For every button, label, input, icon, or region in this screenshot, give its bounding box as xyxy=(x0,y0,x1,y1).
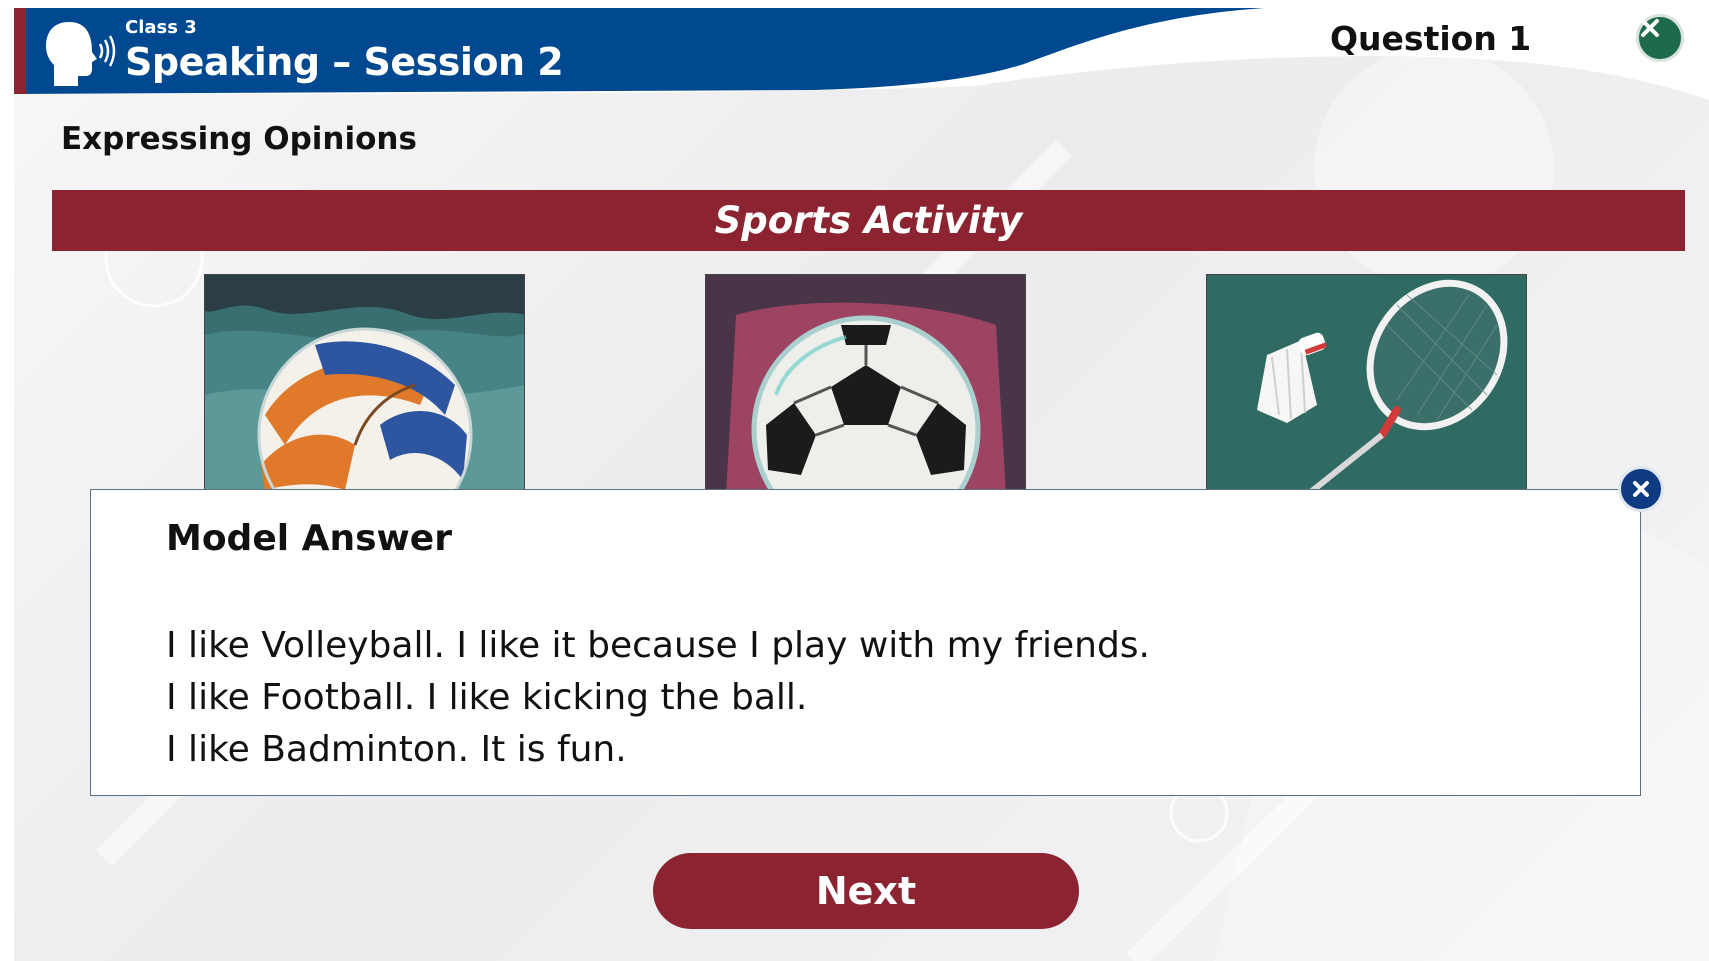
header-bar: Class 3 Speaking – Session 2 Question 1 xyxy=(14,8,1709,100)
answer-line: I like Volleyball. I like it because I p… xyxy=(166,625,1150,666)
close-icon xyxy=(1641,19,1659,37)
speaking-head-icon xyxy=(42,18,124,90)
activity-banner: Sports Activity xyxy=(52,190,1685,251)
badminton-tile[interactable] xyxy=(1206,274,1527,494)
modal-close-button[interactable] xyxy=(1618,466,1664,512)
session-title: Speaking – Session 2 xyxy=(125,40,564,84)
football-image xyxy=(706,275,1025,493)
close-icon xyxy=(1633,481,1649,497)
lesson-subtitle: Expressing Opinions xyxy=(61,121,417,157)
badminton-image xyxy=(1207,275,1526,493)
model-answer-dialog: Model Answer I like Volleyball. I like i… xyxy=(90,489,1641,796)
volleyball-image xyxy=(205,275,524,493)
next-button[interactable]: Next xyxy=(653,853,1079,929)
app-stage: Class 3 Speaking – Session 2 Question 1 … xyxy=(14,8,1709,961)
answer-line: I like Football. I like kicking the ball… xyxy=(166,677,808,718)
model-answer-list: I like Volleyball. I like it because I p… xyxy=(166,620,1150,776)
close-button[interactable] xyxy=(1636,14,1684,62)
banner-title: Sports Activity xyxy=(714,199,1023,242)
football-tile[interactable] xyxy=(705,274,1026,494)
question-label: Question 1 xyxy=(1330,19,1532,58)
answer-line: I like Badminton. It is fun. xyxy=(166,729,627,770)
header-accent-strip xyxy=(14,8,26,94)
volleyball-tile[interactable] xyxy=(204,274,525,494)
model-answer-title: Model Answer xyxy=(166,518,452,559)
class-label: Class 3 xyxy=(125,17,197,38)
